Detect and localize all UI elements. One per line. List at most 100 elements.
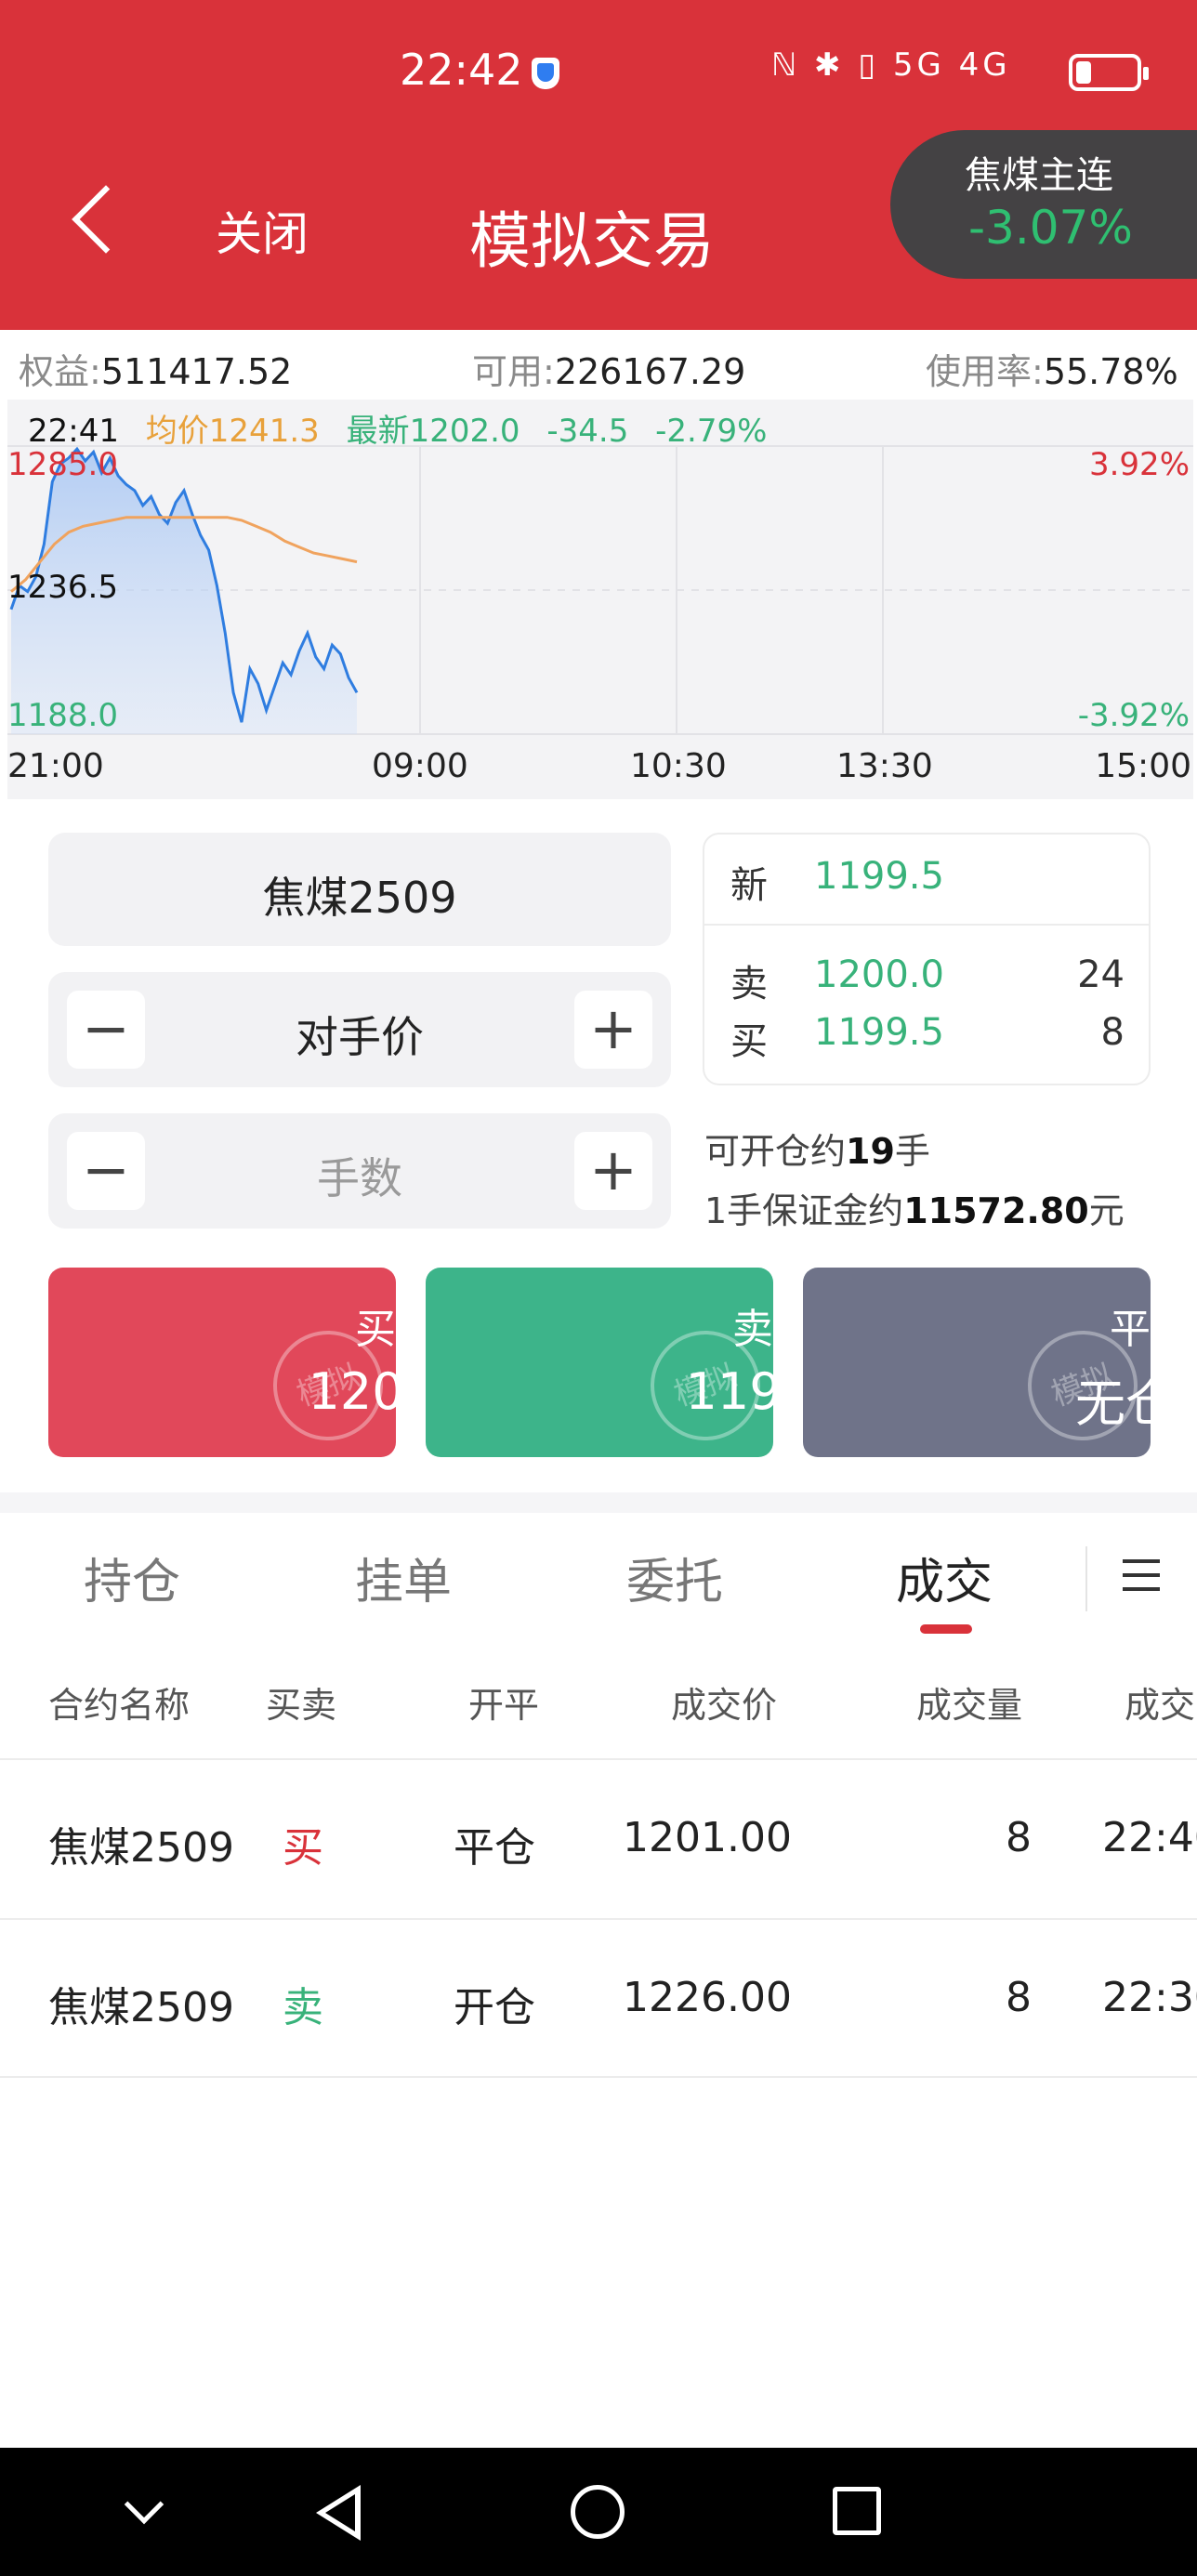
column-header-volume: 成交量 xyxy=(916,1685,1023,1726)
nav-home-icon[interactable] xyxy=(571,2485,625,2539)
max-open-prefix: 可开仓约 xyxy=(704,1131,847,1172)
contract-name: 焦煤2509 xyxy=(262,873,457,923)
equity-label: 权益: xyxy=(19,351,101,392)
hide-keyboard-icon[interactable] xyxy=(124,2484,164,2525)
chart-info-time: 22:41 xyxy=(28,413,119,450)
cell-contract: 焦煤2509 xyxy=(48,1984,234,2031)
cell-time: 22:30 xyxy=(1102,1974,1197,2021)
equity-value: 511417.52 xyxy=(100,351,293,392)
quote-divider xyxy=(704,924,1149,926)
usage-value: 55.78% xyxy=(1043,351,1178,392)
quote-box: 新 1199.5 卖 1200.0 24 买 1199.5 8 xyxy=(703,833,1151,1085)
buy-long-button[interactable]: 买多 1200.0 模拟 xyxy=(48,1268,396,1457)
column-header-open-close: 开平 xyxy=(468,1685,540,1726)
tab-positions[interactable]: 持仓 xyxy=(84,1543,180,1612)
chart-info-avg: 均价1241.3 xyxy=(145,413,320,450)
ticker-pill[interactable]: 焦煤主连 -3.07% xyxy=(890,130,1197,279)
quote-new-value: 1199.5 xyxy=(814,855,944,898)
battery-level xyxy=(1076,61,1091,84)
available: 可用:226167.29 xyxy=(472,343,745,394)
quote-bid-value: 1199.5 xyxy=(814,1011,944,1054)
section-separator xyxy=(0,1492,1197,1513)
cell-price: 1201.00 xyxy=(623,1814,792,1861)
quote-ask-label: 卖 xyxy=(730,963,768,1005)
x-tick-label: 21:00 xyxy=(7,747,104,785)
column-header-price: 成交价 xyxy=(671,1685,778,1726)
cell-price: 1226.00 xyxy=(623,1974,792,2021)
margin-info: 1手保证金约11572.80元 xyxy=(704,1182,1125,1233)
price-plus-button[interactable]: + xyxy=(574,991,652,1069)
page-title: 模拟交易 xyxy=(469,205,715,277)
cell-open-close: 开仓 xyxy=(454,1984,535,2031)
shield-icon xyxy=(532,58,559,89)
tab-trades[interactable]: 成交 xyxy=(896,1543,993,1612)
margin-prefix: 1手保证金约 xyxy=(704,1190,904,1231)
quote-bid-volume: 8 xyxy=(1100,1011,1125,1054)
close-button[interactable]: 关闭 xyxy=(216,197,309,264)
equity: 权益:511417.52 xyxy=(19,343,292,394)
app-header: 22:42 ℕ ✱ ▯ 5G 4G 关闭 模拟交易 焦煤主连 -3.07% xyxy=(0,0,1197,330)
max-open-info: 可开仓约19手 xyxy=(704,1123,930,1174)
margin-suffix: 元 xyxy=(1088,1190,1125,1231)
cell-open-close: 平仓 xyxy=(454,1824,535,1872)
chart-info-change-pct: -2.79% xyxy=(655,413,768,450)
x-tick-label: 13:30 xyxy=(836,747,933,785)
quote-ask-value: 1200.0 xyxy=(814,953,944,996)
quote-new-label: 新 xyxy=(730,864,768,907)
nav-back-icon[interactable] xyxy=(316,2485,361,2541)
cell-time: 22:40 xyxy=(1102,1814,1197,1861)
qty-plus-button[interactable]: + xyxy=(574,1132,652,1210)
cell-contract: 焦煤2509 xyxy=(48,1824,234,1872)
available-value: 226167.29 xyxy=(554,351,746,392)
back-arrow-icon[interactable] xyxy=(72,185,140,254)
contract-selector[interactable]: 焦煤2509 xyxy=(48,833,671,946)
quantity-field[interactable]: − 手数 + xyxy=(48,1113,671,1229)
y-label-mid: 1236.5 xyxy=(7,569,118,606)
usage-rate: 使用率:55.78% xyxy=(926,343,1178,394)
price-field[interactable]: − 对手价 + xyxy=(48,972,671,1087)
usage-label: 使用率: xyxy=(926,351,1044,392)
chart-info-latest: 最新1202.0 xyxy=(346,413,520,450)
tab-orders[interactable]: 委托 xyxy=(626,1543,723,1612)
max-open-suffix: 手 xyxy=(894,1131,930,1172)
sell-short-button[interactable]: 卖空 1199.5 模拟 xyxy=(426,1268,773,1457)
quote-bid-label: 买 xyxy=(730,1020,768,1063)
ticker-name: 焦煤主连 xyxy=(965,154,1113,197)
menu-icon[interactable] xyxy=(1123,1559,1160,1593)
cell-side: 买 xyxy=(283,1824,323,1872)
chart-info: 22:41 均价1241.3 最新1202.0 -34.5 -2.79% xyxy=(28,405,783,451)
cell-side: 卖 xyxy=(283,1984,323,2031)
status-icons: ℕ ✱ ▯ 5G 4G xyxy=(771,46,1011,84)
battery-icon xyxy=(1069,54,1149,91)
row-divider xyxy=(0,2076,1197,2078)
cell-volume: 8 xyxy=(1006,1814,1032,1861)
margin-value: 11572.80 xyxy=(903,1190,1089,1231)
row-divider xyxy=(0,1918,1197,1920)
y-label-pct-high: 3.92% xyxy=(1088,446,1190,483)
account-bar: 权益:511417.52 可用:226167.29 使用率:55.78% xyxy=(0,330,1197,397)
ticker-change: -3.07% xyxy=(968,201,1133,255)
column-header-time: 成交 xyxy=(1125,1685,1196,1726)
close-position-button[interactable]: 平仓 无仓位 模拟 xyxy=(803,1268,1151,1457)
tab-divider xyxy=(1085,1546,1087,1611)
max-open-qty: 19 xyxy=(846,1131,895,1172)
chart-info-change: -34.5 xyxy=(546,413,629,450)
x-tick-label: 09:00 xyxy=(372,747,468,785)
tab-pending-orders[interactable]: 挂单 xyxy=(355,1543,452,1612)
system-nav-bar xyxy=(0,2448,1197,2576)
intraday-chart[interactable]: 22:41 均价1241.3 最新1202.0 -34.5 -2.79% 128… xyxy=(7,400,1193,799)
available-label: 可用: xyxy=(472,351,555,392)
column-header-side: 买卖 xyxy=(266,1685,337,1726)
x-tick-label: 15:00 xyxy=(1095,747,1191,785)
chart-canvas xyxy=(7,445,1193,735)
y-label-low: 1188.0 xyxy=(7,697,118,734)
nav-recent-icon[interactable] xyxy=(833,2487,881,2535)
status-time: 22:42 xyxy=(400,45,523,95)
quote-ask-volume: 24 xyxy=(1077,953,1125,996)
y-label-pct-low: -3.92% xyxy=(1077,697,1190,734)
y-label-high: 1285.0 xyxy=(7,446,118,483)
x-tick-label: 10:30 xyxy=(630,747,727,785)
active-tab-indicator xyxy=(920,1624,972,1634)
column-header-contract: 合约名称 xyxy=(48,1685,191,1726)
cell-volume: 8 xyxy=(1006,1974,1032,2021)
